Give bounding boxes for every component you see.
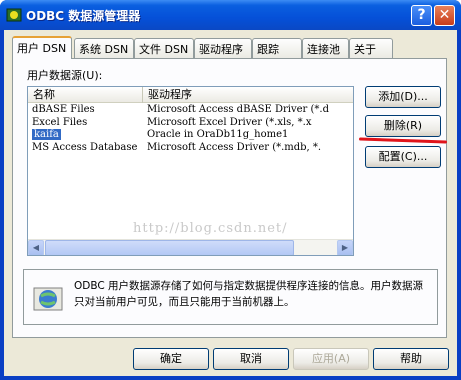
- tab-user-dsn[interactable]: 用户 DSN: [12, 36, 72, 59]
- ok-button[interactable]: 确定: [133, 348, 209, 370]
- tab-drivers[interactable]: 驱动程序: [194, 38, 252, 58]
- scroll-right-icon[interactable]: ▶: [337, 240, 353, 255]
- list-item[interactable]: Excel Files Microsoft Excel Driver (*.xl…: [28, 116, 353, 130]
- apply-button[interactable]: 应用(A): [293, 348, 369, 370]
- list-item-name: kaifa: [32, 129, 61, 140]
- tab-system-dsn[interactable]: 系统 DSN: [74, 38, 134, 58]
- list-item-name: dBASE Files: [32, 104, 95, 115]
- red-underline-annotation: [358, 137, 448, 144]
- list-item-name: MS Access Database: [32, 141, 138, 153]
- list-item-driver: Microsoft Excel Driver (*.xls, *.x: [147, 116, 312, 128]
- tab-connection-pooling[interactable]: 连接池: [302, 38, 349, 58]
- help-button[interactable]: 帮助: [373, 348, 449, 370]
- title-bar[interactable]: ODBC 数据源管理器 ? ✕: [0, 0, 461, 30]
- cancel-button[interactable]: 取消: [213, 348, 289, 370]
- list-item-selected[interactable]: kaifa Oracle in OraDb11g_home1: [28, 129, 353, 142]
- dialog-body: 用户 DSN 系统 DSN 文件 DSN 驱动程序 跟踪 连接池 关于 用户数据…: [4, 30, 457, 376]
- configure-button[interactable]: 配置(C)...: [365, 146, 441, 168]
- user-dsn-label: 用户数据源(U):: [27, 69, 103, 82]
- add-button[interactable]: 添加(D)...: [365, 86, 441, 108]
- remove-button[interactable]: 删除(R): [365, 115, 441, 137]
- window-title: ODBC 数据源管理器: [26, 9, 141, 23]
- tab-tracing[interactable]: 跟踪: [252, 38, 302, 58]
- tab-file-dsn[interactable]: 文件 DSN: [134, 38, 194, 58]
- list-item-driver: Microsoft Access dBASE Driver (*.d: [147, 104, 329, 115]
- list-item-driver: Microsoft Access Driver (*.mdb, *.: [147, 141, 322, 153]
- watermark-text: http://blog.csdn.net/: [133, 221, 288, 236]
- list-item[interactable]: MS Access Database Microsoft Access Driv…: [28, 141, 353, 155]
- tab-about[interactable]: 关于: [349, 38, 393, 58]
- user-dsn-panel: 用户数据源(U): 名称 驱动程序 dBASE Files Microsoft …: [12, 58, 448, 338]
- list-item[interactable]: dBASE Files Microsoft Access dBASE Drive…: [28, 104, 353, 117]
- list-rows: dBASE Files Microsoft Access dBASE Drive…: [28, 104, 353, 155]
- column-header-name[interactable]: 名称: [28, 87, 143, 103]
- odbc-globe-icon: [33, 287, 63, 311]
- list-item-driver: Oracle in OraDb11g_home1: [147, 129, 289, 140]
- scroll-left-icon[interactable]: ◀: [28, 240, 44, 255]
- odbc-window: ODBC 数据源管理器 ? ✕ 用户 DSN 系统 DSN 文件 DSN 驱动程…: [0, 0, 461, 380]
- info-box: ODBC 用户数据源存储了如何与指定数据提供程序连接的信息。用户数据源只对当前用…: [23, 269, 438, 325]
- scroll-thumb[interactable]: [45, 240, 294, 255]
- column-header-driver[interactable]: 驱动程序: [143, 87, 353, 103]
- list-item-name: Excel Files: [32, 116, 88, 128]
- list-header: 名称 驱动程序: [28, 87, 353, 103]
- info-text: ODBC 用户数据源存储了如何与指定数据提供程序连接的信息。用户数据源只对当前用…: [74, 280, 424, 308]
- help-title-button[interactable]: ?: [411, 5, 432, 26]
- close-button[interactable]: ✕: [434, 5, 455, 26]
- horizontal-scrollbar[interactable]: ◀ ▶: [28, 239, 353, 255]
- odbc-app-icon: [6, 8, 22, 22]
